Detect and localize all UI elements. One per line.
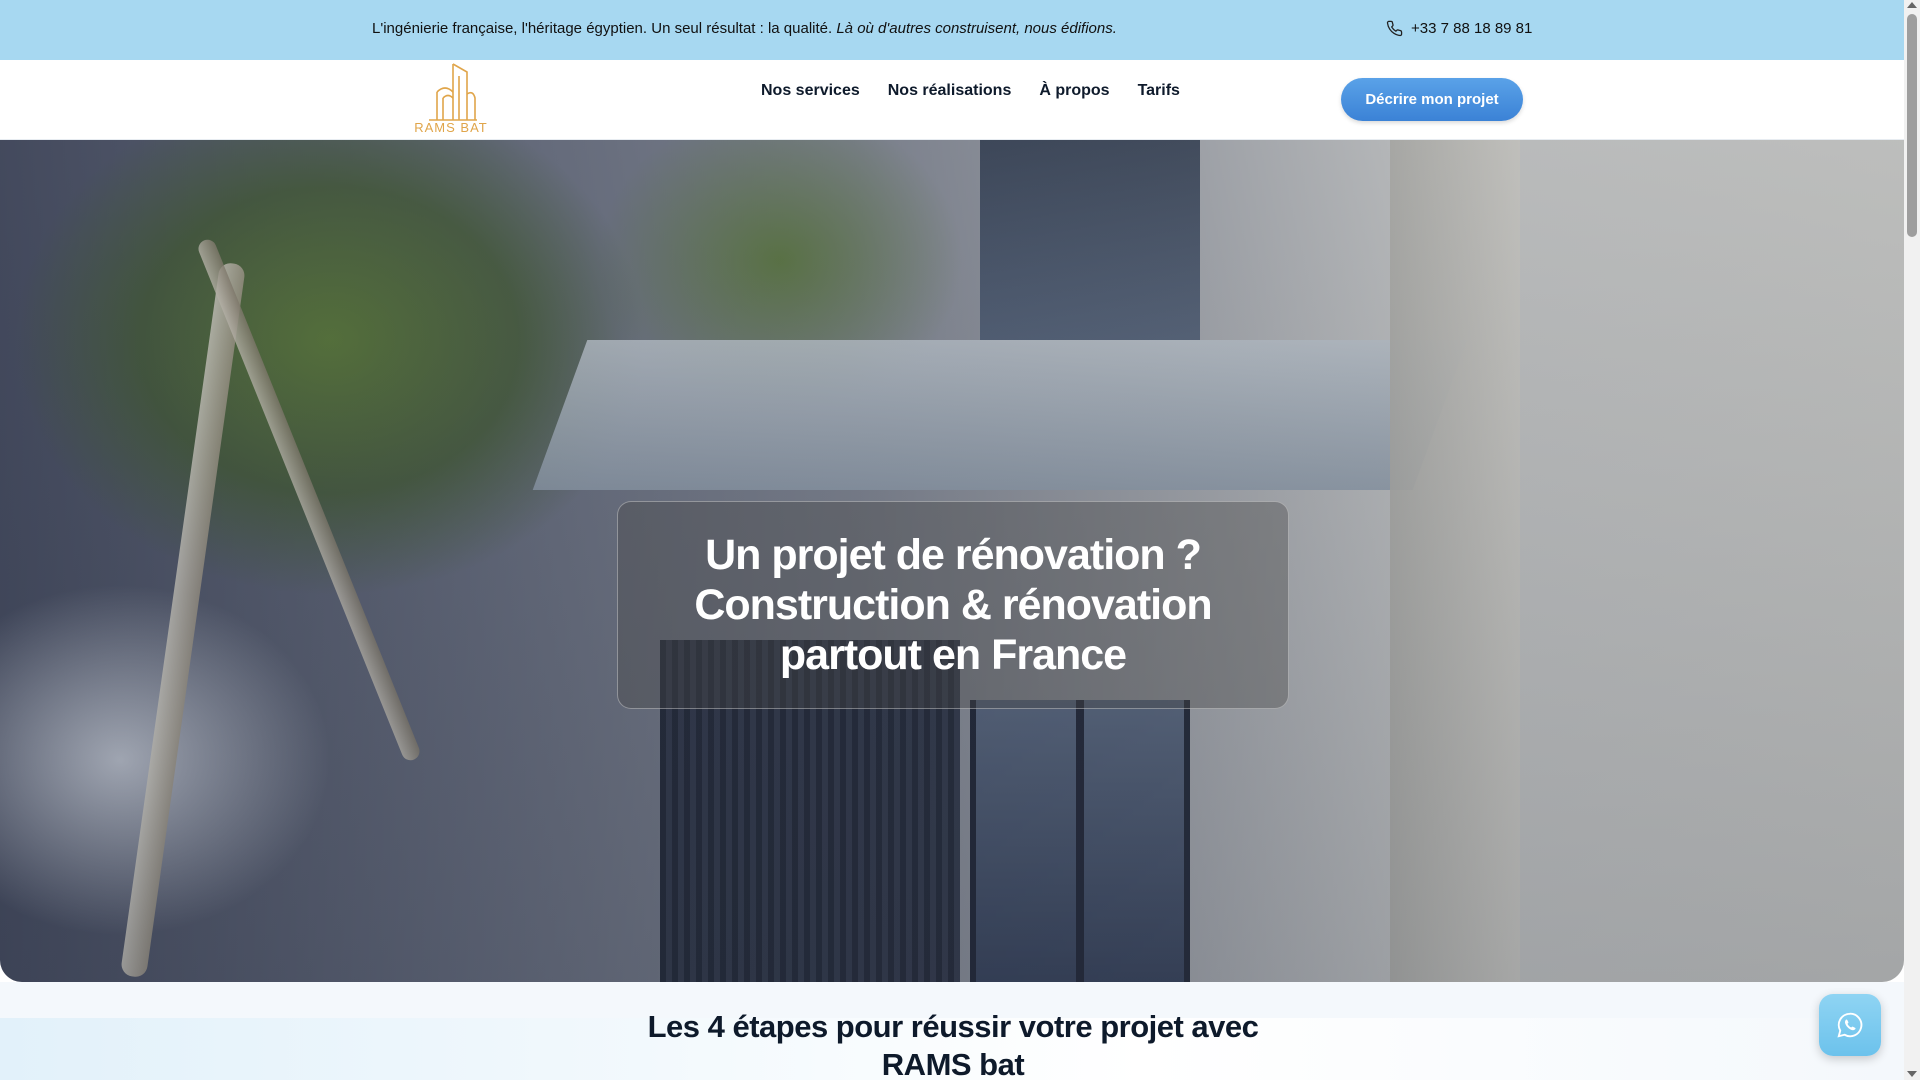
scroll-down-icon[interactable]	[1907, 1071, 1917, 1077]
steps-section: Les 4 étapes pour réussir votre projet a…	[0, 982, 1904, 1080]
scroll-up-icon[interactable]	[1907, 2, 1917, 8]
building-logo-icon	[429, 63, 477, 121]
logo-text: RAMS BAT	[414, 120, 488, 135]
page-scrollbar[interactable]	[1904, 0, 1920, 1080]
nav-a-propos[interactable]: À propos	[1039, 82, 1109, 100]
describe-project-button[interactable]: Décrire mon projet	[1341, 78, 1523, 121]
scrollbar-thumb[interactable]	[1907, 14, 1917, 237]
nav-tarifs[interactable]: Tarifs	[1138, 82, 1180, 100]
site-header: RAMS BAT Nos services Nos réalisations À…	[0, 60, 1904, 140]
nav-services[interactable]: Nos services	[761, 82, 860, 100]
phone-icon	[1386, 20, 1403, 37]
site-logo[interactable]: RAMS BAT	[409, 62, 493, 138]
nav-realisations[interactable]: Nos réalisations	[888, 82, 1012, 100]
hero-section: Un projet de rénovation ? Construction &…	[0, 140, 1904, 982]
hero-title: Un projet de rénovation ? Construction &…	[694, 531, 1212, 679]
phone-number: +33 7 88 18 89 81	[1411, 20, 1533, 37]
announcement-bar: L'ingénierie française, l'héritage égypt…	[0, 0, 1904, 60]
hero-card: Un projet de rénovation ? Construction &…	[617, 501, 1289, 709]
whatsapp-button[interactable]	[1819, 994, 1881, 1056]
tagline-italic: Là où d'autres construisent, nous édifio…	[836, 20, 1117, 37]
main-nav: Nos services Nos réalisations À propos T…	[761, 82, 1180, 100]
phone-link[interactable]: +33 7 88 18 89 81	[1386, 20, 1532, 37]
whatsapp-icon	[1837, 1012, 1863, 1038]
tagline-text: L'ingénierie française, l'héritage égypt…	[372, 20, 833, 37]
tagline: L'ingénierie française, l'héritage égypt…	[372, 20, 1117, 37]
steps-title: Les 4 étapes pour réussir votre projet a…	[647, 1009, 1259, 1080]
